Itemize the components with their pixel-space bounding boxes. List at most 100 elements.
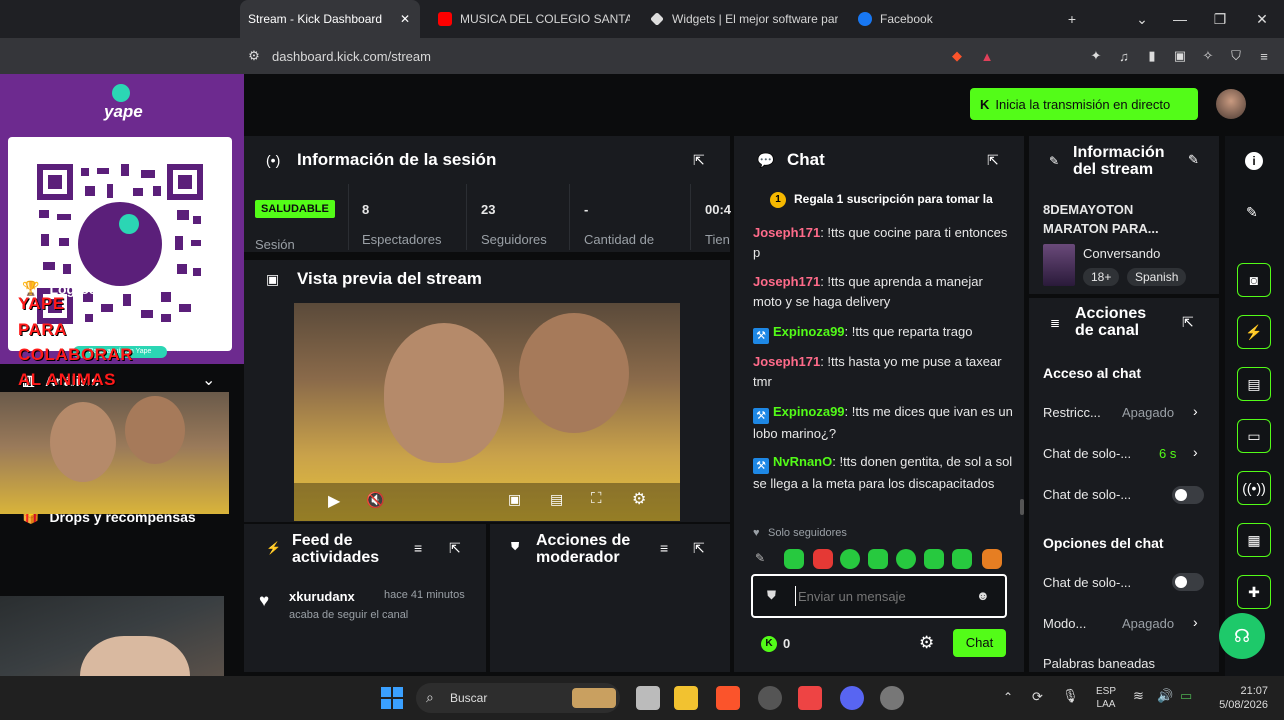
popout-icon[interactable]: ⇱ [1182, 314, 1194, 331]
chat-username[interactable]: Joseph171 [753, 354, 820, 369]
chat-username[interactable]: NvRnanO [773, 454, 832, 469]
filter-icon[interactable]: ≡ [660, 540, 668, 556]
chat-scrollbar[interactable] [1020, 499, 1024, 515]
brave-rewards-icon[interactable]: ▲ [978, 47, 996, 65]
gear-icon[interactable]: ⚙ [632, 489, 646, 509]
mute-icon[interactable]: 🔇 [366, 491, 385, 509]
close-icon[interactable]: ✕ [400, 12, 410, 26]
extensions-icon[interactable]: ✦ [1087, 47, 1105, 65]
vpn-icon[interactable]: ⛉ [1227, 47, 1245, 65]
emote-icon[interactable] [982, 549, 1002, 569]
close-window-button[interactable]: ✕ [1242, 0, 1282, 38]
broadcast-icon[interactable]: ((•)) [1237, 471, 1271, 505]
shield-icon[interactable]: ⛊ [767, 588, 776, 603]
emote-icon[interactable] [868, 549, 888, 569]
play-icon[interactable]: ▶ [328, 491, 340, 511]
popout-icon[interactable]: ⇱ [449, 540, 461, 557]
emote-icon[interactable] [896, 549, 916, 569]
send-chat-button[interactable]: Chat [953, 629, 1006, 657]
sidebar-icon[interactable]: ▮ [1143, 47, 1161, 65]
chevron-right-icon[interactable]: › [1193, 614, 1198, 630]
chat-bubble-icon[interactable]: ▭ [1237, 419, 1271, 453]
emote-pin-icon[interactable]: ✎ [755, 551, 765, 565]
toggle-switch[interactable] [1172, 573, 1204, 591]
leo-icon[interactable]: ✧ [1199, 47, 1217, 65]
discord-icon[interactable] [840, 686, 864, 710]
emote-icon[interactable] [924, 549, 944, 569]
site-info-icon[interactable]: ⚙ [245, 47, 263, 65]
chat-username[interactable]: Joseph171 [753, 274, 820, 289]
chat-username[interactable]: Joseph171 [753, 225, 820, 240]
camera-icon[interactable]: ◙ [1237, 263, 1271, 297]
tab-musica[interactable]: MUSICA DEL COLEGIO SANTA M [430, 0, 630, 38]
wifi-icon[interactable]: ≋ [1133, 688, 1144, 704]
chevron-right-icon[interactable]: › [1193, 403, 1198, 419]
wallet-icon[interactable]: ▣ [1171, 47, 1189, 65]
battery-icon[interactable]: ▭ [1180, 688, 1192, 704]
obs-icon[interactable] [758, 686, 782, 710]
chat-username[interactable]: Expinoza99 [773, 404, 845, 419]
popout-icon[interactable]: ⇱ [693, 152, 705, 169]
chevron-up-icon[interactable]: ⌃ [1003, 690, 1013, 704]
edit-icon[interactable]: ✎ [1188, 152, 1199, 168]
tab-widgets[interactable]: Widgets | El mejor software para [642, 0, 838, 38]
activity-user[interactable]: xkurudanx [289, 589, 355, 604]
toggle-switch[interactable] [1172, 486, 1204, 504]
emote-icon[interactable] [952, 549, 972, 569]
brave-shield-icon[interactable]: ◆ [948, 47, 966, 65]
gear-icon[interactable]: ⚙ [919, 633, 934, 653]
chevron-down-icon[interactable]: ⌄ [202, 370, 215, 390]
setting-label[interactable]: Chat de solo-... [1043, 446, 1131, 461]
lightning-icon[interactable]: ⚡ [1237, 315, 1271, 349]
tab-kick-dashboard[interactable]: Stream - Kick Dashboard ✕ [240, 0, 420, 38]
url-input[interactable]: dashboard.kick.com/stream [272, 49, 431, 64]
task-view-icon[interactable] [636, 686, 660, 710]
popout-icon[interactable]: ⇱ [987, 152, 999, 169]
chevron-right-icon[interactable]: › [1193, 444, 1198, 460]
settings-icon[interactable] [880, 686, 904, 710]
go-live-button[interactable]: K Inicia la transmisión en directo [970, 88, 1198, 120]
support-headset-icon[interactable]: ☊ [1219, 613, 1265, 659]
tab-search-chevron-icon[interactable]: ⌄ [1122, 0, 1162, 38]
emote-icon[interactable] [840, 549, 860, 569]
emoji-icon[interactable]: ☻ [976, 588, 990, 603]
pip-icon[interactable]: ▣ [508, 491, 521, 508]
volume-icon[interactable]: 🔊 [1157, 688, 1173, 704]
wrench-icon[interactable]: ✚ [1237, 575, 1271, 609]
pinned-message[interactable]: Regala 1 suscripción para tomar la [794, 192, 1008, 206]
menu-icon[interactable]: ≡ [1255, 47, 1273, 65]
language-indicator[interactable]: ESP LAA [1096, 685, 1116, 711]
setting-label[interactable]: Restricc... [1043, 405, 1101, 420]
chat-username[interactable]: Expinoza99 [773, 324, 845, 339]
windows-start-icon[interactable] [380, 686, 404, 710]
document-icon[interactable]: ▤ [1237, 367, 1271, 401]
stream-preview-video[interactable]: ▶ 🔇 ▣ ▤ ⛶ ⚙ [294, 303, 680, 521]
taskbar-search[interactable]: ⌕ Buscar [416, 683, 620, 713]
sync-icon[interactable]: ⟳ [1032, 689, 1043, 705]
minimize-button[interactable]: — [1160, 0, 1200, 38]
new-tab-button[interactable]: + [1052, 0, 1092, 38]
setting-label[interactable]: Modo... [1043, 616, 1086, 631]
chat-message-input[interactable] [795, 586, 965, 606]
maximize-button[interactable]: ❐ [1200, 0, 1240, 38]
layout-icon[interactable]: ▦ [1237, 523, 1271, 557]
info-icon[interactable]: i [1245, 152, 1263, 170]
category-name[interactable]: Conversando [1083, 246, 1160, 261]
media-icon[interactable]: ♫ [1115, 47, 1133, 65]
emote-icon[interactable] [784, 549, 804, 569]
emote-icon[interactable] [813, 549, 833, 569]
brave-browser-icon[interactable] [716, 686, 740, 710]
filter-icon[interactable]: ≡ [414, 540, 422, 556]
setting-label[interactable]: Palabras baneadas [1043, 656, 1155, 668]
edit-icon[interactable]: ✎ [1246, 204, 1258, 221]
clock[interactable]: 21:07 5/08/2026 [1208, 684, 1268, 712]
avatar[interactable] [1216, 89, 1246, 119]
microphone-icon[interactable]: 🎙 [1062, 688, 1079, 704]
file-explorer-icon[interactable] [674, 686, 698, 710]
chevron-down-icon[interactable]: ⌄ [202, 324, 215, 344]
theater-icon[interactable]: ▤ [550, 491, 563, 508]
app-icon[interactable] [798, 686, 822, 710]
popout-icon[interactable]: ⇱ [693, 540, 705, 557]
fullscreen-icon[interactable]: ⛶ [591, 490, 602, 507]
tab-facebook[interactable]: Facebook [850, 0, 970, 38]
